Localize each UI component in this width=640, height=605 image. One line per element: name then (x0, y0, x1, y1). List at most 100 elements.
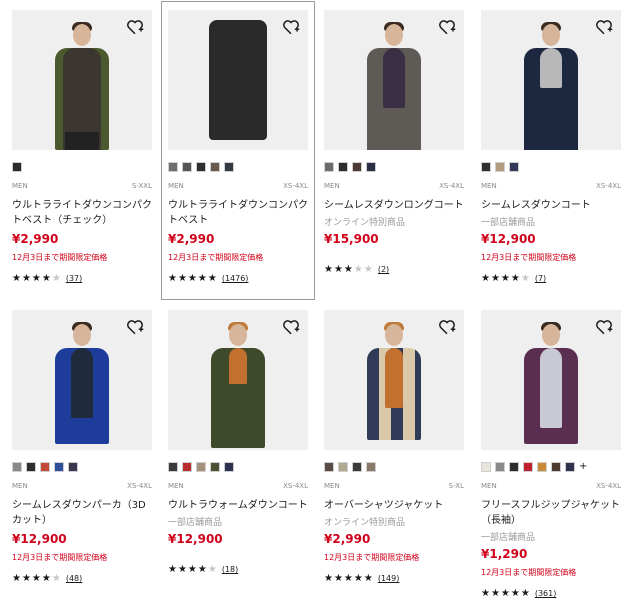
product-image[interactable] (481, 310, 621, 450)
color-swatch[interactable] (12, 462, 22, 472)
color-swatch[interactable] (324, 462, 334, 472)
product-tag: 一部店舗商品 (168, 518, 223, 528)
product-card-selected[interactable]: MEN XS-4XL ウルトラライトダウンコンパクトベスト ¥2,990 12月3… (161, 1, 315, 300)
product-price: ¥12,900 (168, 532, 223, 546)
product-name[interactable]: ウルトラウォームダウンコート (168, 498, 308, 513)
more-colors-plus-icon[interactable]: + (579, 462, 587, 472)
product-name[interactable]: オーバーシャツジャケット (324, 498, 464, 513)
color-swatch[interactable] (68, 462, 78, 472)
model-figure (47, 322, 117, 450)
color-swatch[interactable] (168, 162, 178, 172)
product-image[interactable] (12, 310, 152, 450)
color-swatch[interactable] (54, 462, 64, 472)
favorite-add-icon[interactable] (282, 18, 300, 36)
limited-price-note: 12月3日まで期間限定価格 (324, 553, 420, 562)
review-count[interactable]: (149) (378, 574, 400, 583)
product-card[interactable]: MEN S-XL オーバーシャツジャケット オンライン特別商品 ¥2,990 12… (324, 310, 476, 584)
product-image[interactable] (168, 10, 308, 150)
color-swatch[interactable] (168, 462, 178, 472)
gender-label: MEN (12, 482, 28, 490)
product-image[interactable] (481, 10, 621, 150)
limited-price-note: 12月3日まで期間限定価格 (481, 253, 577, 262)
review-count[interactable]: (361) (535, 589, 557, 598)
product-price: ¥12,900 (12, 532, 67, 546)
product-card[interactable]: MEN S-XXL ウルトラライトダウンコンパクトベスト（チェック） ¥2,990… (12, 10, 164, 284)
favorite-add-icon[interactable] (438, 18, 456, 36)
product-card[interactable]: MEN XS-4XL シームレスダウンロングコート オンライン特別商品 ¥15,9… (324, 10, 476, 275)
color-swatch[interactable] (182, 162, 192, 172)
color-swatch[interactable] (352, 462, 362, 472)
rating: ★★★ ★★ (2) (324, 264, 390, 275)
color-swatch[interactable] (324, 162, 334, 172)
review-count[interactable]: (48) (66, 574, 82, 583)
color-swatch[interactable] (551, 462, 561, 472)
color-swatch[interactable] (509, 462, 519, 472)
product-name[interactable]: ウルトラライトダウンコンパクトベスト (168, 198, 308, 228)
color-swatch[interactable] (537, 462, 547, 472)
color-swatches (168, 162, 308, 172)
color-swatch[interactable] (481, 162, 491, 172)
color-swatch[interactable] (196, 162, 206, 172)
color-swatch[interactable] (12, 162, 22, 172)
size-range: S-XL (448, 482, 464, 490)
favorite-add-icon[interactable] (595, 318, 613, 336)
gender-label: MEN (12, 182, 28, 190)
product-tag: オンライン特別商品 (324, 218, 406, 228)
color-swatch[interactable] (210, 162, 220, 172)
product-image[interactable] (168, 310, 308, 450)
rating: ★★★★ ★ (48) (12, 573, 83, 584)
favorite-add-icon[interactable] (282, 318, 300, 336)
color-swatches (324, 462, 476, 472)
product-name[interactable]: フリースフルジップジャケット（長袖） (481, 498, 621, 528)
color-swatch[interactable] (26, 462, 36, 472)
color-swatch[interactable] (224, 162, 234, 172)
color-swatch[interactable] (224, 462, 234, 472)
size-range: XS-4XL (283, 482, 308, 490)
color-swatch[interactable] (523, 462, 533, 472)
product-card[interactable]: MEN XS-4XL ウルトラウォームダウンコート 一部店舗商品 ¥12,900 … (168, 310, 320, 575)
color-swatch[interactable] (509, 162, 519, 172)
color-swatch[interactable] (481, 462, 491, 472)
product-name[interactable]: シームレスダウンコート (481, 198, 621, 213)
color-swatch[interactable] (182, 462, 192, 472)
product-grid: MEN S-XXL ウルトラライトダウンコンパクトベスト（チェック） ¥2,990… (0, 0, 640, 605)
color-swatches (324, 162, 476, 172)
color-swatches: + (481, 462, 633, 472)
gender-label: MEN (324, 182, 340, 190)
favorite-add-icon[interactable] (438, 318, 456, 336)
product-card[interactable]: MEN XS-4XL シームレスダウンコート 一部店舗商品 ¥12,900 12月… (481, 10, 633, 284)
color-swatch[interactable] (196, 462, 206, 472)
color-swatch[interactable] (366, 162, 376, 172)
color-swatch[interactable] (40, 462, 50, 472)
color-swatch[interactable] (495, 462, 505, 472)
color-swatch[interactable] (338, 462, 348, 472)
product-image[interactable] (12, 10, 152, 150)
review-count[interactable]: (1476) (222, 274, 249, 283)
favorite-add-icon[interactable] (126, 18, 144, 36)
gender-label: MEN (481, 482, 497, 490)
review-count[interactable]: (18) (222, 565, 238, 574)
review-count[interactable]: (37) (66, 274, 82, 283)
limited-price-note: 12月3日まで期間限定価格 (481, 568, 577, 577)
color-swatch[interactable] (210, 462, 220, 472)
product-card[interactable]: MEN XS-4XL シームレスダウンパーカ（3Dカット） ¥12,900 12月… (12, 310, 164, 584)
product-name[interactable]: ウルトラライトダウンコンパクトベスト（チェック） (12, 198, 152, 228)
color-swatch[interactable] (495, 162, 505, 172)
favorite-add-icon[interactable] (595, 18, 613, 36)
rating: ★★★★★ (149) (324, 573, 400, 584)
review-count[interactable]: (2) (378, 265, 389, 274)
product-name[interactable]: シームレスダウンパーカ（3Dカット） (12, 498, 152, 528)
color-swatch[interactable] (565, 462, 575, 472)
product-image[interactable] (324, 310, 464, 450)
color-swatch[interactable] (338, 162, 348, 172)
review-count[interactable]: (7) (535, 274, 546, 283)
product-name[interactable]: シームレスダウンロングコート (324, 198, 464, 213)
limited-price-note: 12月3日まで期間限定価格 (168, 253, 264, 262)
color-swatch[interactable] (366, 462, 376, 472)
product-card[interactable]: + MEN XS-4XL フリースフルジップジャケット（長袖） 一部店舗商品 ¥1… (481, 310, 633, 599)
color-swatch[interactable] (352, 162, 362, 172)
size-range: XS-4XL (127, 482, 152, 490)
color-swatches (12, 162, 164, 172)
product-image[interactable] (324, 10, 464, 150)
favorite-add-icon[interactable] (126, 318, 144, 336)
